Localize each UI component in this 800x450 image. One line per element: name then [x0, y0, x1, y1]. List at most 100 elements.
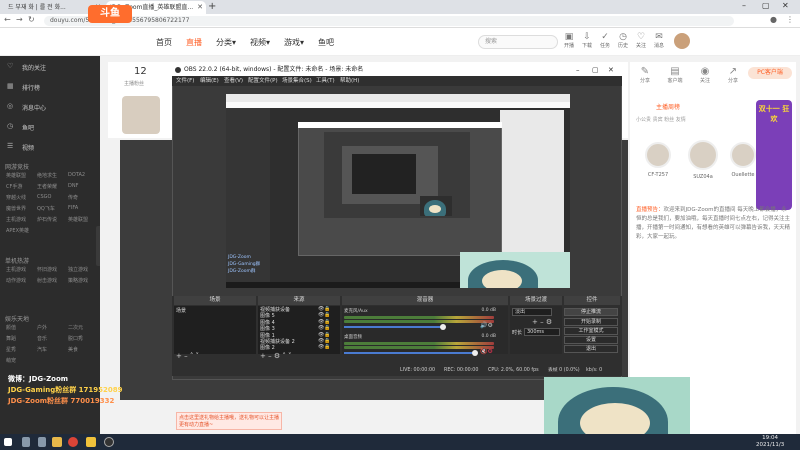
user-avatar[interactable] [674, 33, 690, 49]
settings-button[interactable]: 设置 [564, 336, 618, 344]
profile-icon[interactable]: ● [770, 15, 777, 24]
sidebar-item-video[interactable]: 视频 [22, 143, 34, 152]
sidebar-subitem[interactable]: 动作游戏 [6, 277, 26, 284]
scenes-list[interactable] [174, 306, 256, 354]
nav-category[interactable]: 分类▾ [216, 37, 236, 48]
sidebar-subitem[interactable]: 音乐 [37, 335, 47, 342]
sidebar-subitem[interactable]: 脱口秀 [68, 335, 83, 342]
muted-speaker-icon[interactable]: 🔇⚙ [480, 348, 493, 355]
message-icon[interactable]: ✉ 消息 [648, 32, 670, 49]
close-tab-icon[interactable]: ✕ [197, 1, 203, 14]
sidebar-subitem[interactable]: APEX英雄 [6, 227, 29, 234]
sidebar-subitem[interactable]: 独立游戏 [68, 266, 88, 273]
file-explorer-icon[interactable] [52, 437, 62, 447]
obs-menu-help[interactable]: 帮助(H) [340, 76, 359, 86]
sidebar-subitem[interactable]: 怀旧游戏 [37, 266, 57, 273]
obs-maximize-button[interactable]: ▢ [592, 64, 599, 76]
close-window-button[interactable]: ✕ [782, 1, 789, 10]
sidebar-subitem[interactable]: 射击游戏 [37, 277, 57, 284]
reload-icon[interactable]: ↻ [28, 15, 35, 24]
rank-avatar[interactable] [688, 140, 718, 170]
nav-video[interactable]: 视频▾ [250, 37, 270, 48]
scene-add-remove-controls[interactable]: + – ˄ ˅ [176, 352, 199, 360]
obs-taskbar-icon[interactable] [104, 437, 114, 447]
streamer-avatar[interactable] [122, 96, 160, 134]
obs-menu-scene-collection[interactable]: 场景集合(S) [282, 76, 312, 86]
sidebar-subitem[interactable]: 萌宠 [6, 357, 16, 364]
sidebar-subitem[interactable]: 颜值 [6, 324, 16, 331]
sidebar-subitem[interactable]: 舞蹈 [6, 335, 16, 342]
sidebar-subitem[interactable]: 绝地求生 [37, 172, 57, 179]
studio-mode-button[interactable]: 工作室模式 [564, 327, 618, 335]
client-icon[interactable]: ▤ 客户端 [662, 66, 688, 84]
site-search-input[interactable]: 搜索 [478, 35, 558, 49]
maximize-button[interactable]: ▢ [762, 1, 770, 10]
menu-icon[interactable]: ⋮ [786, 15, 794, 24]
obs-menu-file[interactable]: 文件(F) [176, 76, 194, 86]
sidebar-subitem[interactable]: CSGO [37, 194, 51, 200]
obs-menu-tools[interactable]: 工具(T) [316, 76, 335, 86]
sidebar-subitem[interactable]: 传奇 [68, 194, 78, 201]
sidebar-subitem[interactable]: 户外 [37, 324, 47, 331]
source-add-remove-controls[interactable]: + – ⚙ ˄ ˅ [260, 352, 292, 360]
search-icon[interactable] [22, 437, 30, 447]
sidebar-subitem[interactable]: 汽车 [37, 346, 47, 353]
sidebar-subitem[interactable]: 炉石传说 [37, 216, 57, 223]
sidebar-subitem[interactable]: 主机游戏 [6, 266, 26, 273]
volume-slider-knob[interactable] [472, 350, 478, 356]
obs-menu-profile[interactable]: 配置文件(P) [248, 76, 278, 86]
sidebar-item-rank[interactable]: 排行榜 [22, 83, 40, 92]
forward-icon[interactable]: → [16, 15, 23, 24]
stop-streaming-button[interactable]: 停止推流 [564, 308, 618, 316]
sidebar-subitem[interactable]: DNF [68, 183, 78, 189]
sidebar-subitem[interactable]: 主机游戏 [6, 216, 26, 223]
url-input[interactable]: douyu.com/5925417_r=0.5556795806722177 [44, 16, 734, 26]
sidebar-subitem[interactable]: 魔兽世界 [6, 205, 26, 212]
follow-icon[interactable]: ◉ 关注 [692, 66, 718, 84]
sidebar-subitem[interactable]: 星秀 [6, 346, 16, 353]
volume-slider[interactable] [344, 326, 444, 328]
sidebar-subitem[interactable]: 英雄联盟 [68, 216, 88, 223]
new-tab-button[interactable]: + [208, 1, 216, 12]
obs-menu-view[interactable]: 查看(V) [224, 76, 243, 86]
sidebar-subitem[interactable]: 英雄联盟 [6, 172, 26, 179]
share-icon[interactable]: ↗ 分享 [720, 66, 746, 84]
nav-games[interactable]: 游戏▾ [284, 37, 304, 48]
volume-slider[interactable] [344, 352, 474, 354]
rank-tabs[interactable]: 小公贵 贵宾 粉丝 友情 [636, 116, 686, 123]
mute-speaker-icon[interactable]: 🔊⚙ [480, 322, 493, 329]
share-icon[interactable]: ✎ 分享 [632, 66, 658, 84]
transition-add-remove-controls[interactable]: + – ⚙ [532, 318, 552, 326]
windows-start-icon[interactable] [4, 438, 12, 446]
sidebar-subitem[interactable]: CF手游 [6, 183, 22, 190]
taskbar-clock[interactable]: 19:04 2021/11/3 [756, 435, 784, 449]
task-view-icon[interactable] [38, 437, 46, 447]
minimize-button[interactable]: – [742, 1, 746, 10]
exit-button[interactable]: 退出 [564, 345, 618, 353]
sidebar-subitem[interactable]: 二次元 [68, 324, 83, 331]
sources-items[interactable]: 视频捕获设备 图像 5 图像 4 图像 3 图像 1 视频捕获设备 2 图像 2 [260, 307, 295, 352]
sidebar-subitem[interactable]: QQ飞车 [37, 205, 55, 212]
nav-live[interactable]: 直播 [186, 37, 202, 48]
rank-avatar[interactable] [730, 142, 756, 168]
transition-duration-input[interactable]: 300ms [524, 328, 560, 336]
site-logo[interactable]: 斗鱼 [88, 5, 132, 23]
source-visibility-icons[interactable]: 👁🔒 👁🔒 👁🔒 👁🔒 👁🔒 👁🔒 👁🔒 [318, 306, 331, 351]
nav-fishbar[interactable]: 鱼吧 [318, 37, 334, 48]
sidebar-subitem[interactable]: 策略游戏 [68, 277, 88, 284]
rank-title[interactable]: 主播周榜 [656, 102, 680, 111]
back-icon[interactable]: ← [4, 15, 11, 24]
sidebar-subitem[interactable]: FIFA [68, 205, 78, 211]
pc-client-button[interactable]: PC客户端 [748, 67, 792, 79]
start-recording-button[interactable]: 开始录制 [564, 318, 618, 326]
sidebar-subitem[interactable]: 王者荣耀 [37, 183, 57, 190]
obs-menu-edit[interactable]: 编辑(E) [200, 76, 219, 86]
obs-close-button[interactable]: ✕ [608, 64, 614, 76]
sidebar-item-fishbar[interactable]: 鱼吧 [22, 123, 34, 132]
nav-home[interactable]: 首页 [156, 37, 172, 48]
transition-select[interactable]: 淡出 [512, 308, 552, 316]
volume-slider-knob[interactable] [440, 324, 446, 330]
sidebar-item-messages[interactable]: 消息中心 [22, 103, 46, 112]
obs-minimize-button[interactable]: – [576, 64, 580, 76]
chrome-icon[interactable] [68, 437, 78, 447]
